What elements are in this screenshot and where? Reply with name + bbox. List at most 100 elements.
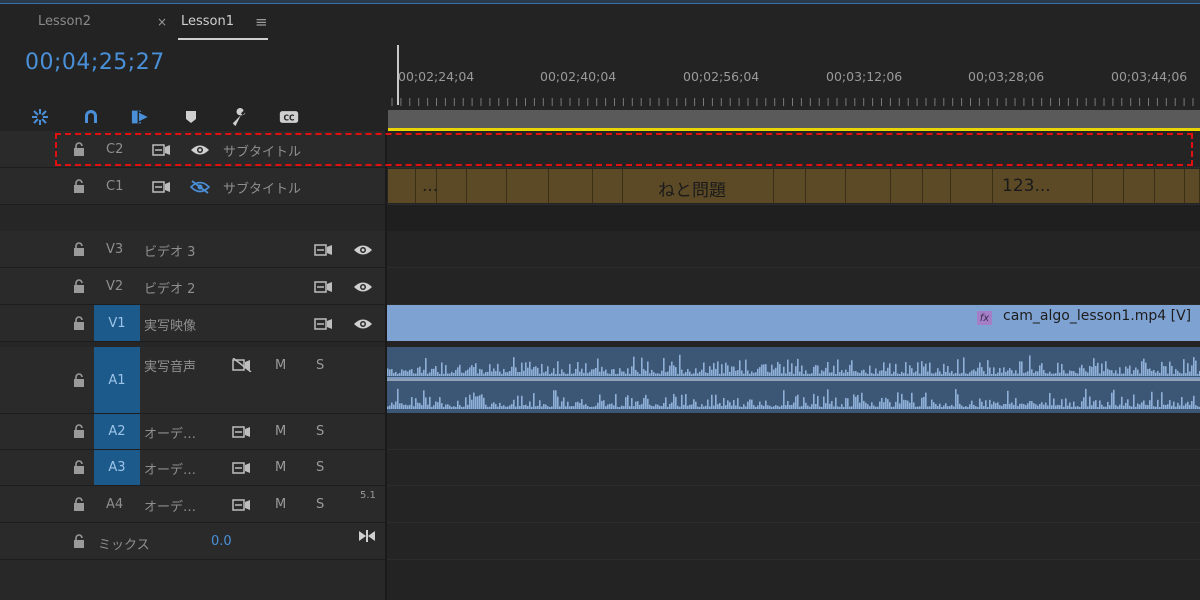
snap-icon[interactable]: [30, 107, 50, 127]
caption-clip[interactable]: [388, 169, 416, 203]
caption-clip[interactable]: [437, 169, 467, 203]
caption-clip[interactable]: [1093, 169, 1124, 203]
waveform-bar: [813, 366, 815, 376]
track-header-a4[interactable]: A4 オーデ… M S 5.1: [0, 486, 385, 523]
track-header-c1[interactable]: C1 サブタイトル: [0, 168, 385, 205]
eye-hidden-icon[interactable]: [190, 180, 210, 194]
caption-clip[interactable]: [951, 169, 993, 203]
wrench-icon[interactable]: [230, 107, 250, 127]
track-header-a2[interactable]: A2 オーデ… M S: [0, 414, 385, 450]
waveform-bar: [867, 373, 869, 376]
captions-icon[interactable]: CC: [279, 107, 299, 127]
mute-button[interactable]: M: [275, 424, 286, 439]
waveform-bar: [815, 404, 817, 409]
sync-lock-off-icon[interactable]: [232, 358, 252, 372]
caption-clip[interactable]: [1155, 169, 1185, 203]
waveform-bar: [549, 373, 551, 376]
sync-lock-icon[interactable]: [314, 317, 334, 331]
waveform-bar: [859, 402, 861, 409]
solo-button[interactable]: S: [316, 460, 324, 475]
waveform-bar: [1065, 373, 1067, 376]
lock-icon[interactable]: [72, 242, 86, 256]
eye-icon[interactable]: [353, 280, 373, 294]
audio-clip[interactable]: [387, 347, 1200, 413]
solo-button[interactable]: S: [316, 497, 324, 512]
lock-icon[interactable]: [72, 460, 86, 474]
waveform-bar: [743, 404, 745, 409]
track-header-v2[interactable]: V2 ビデオ 2: [0, 268, 385, 305]
linked-selection-icon[interactable]: [131, 107, 151, 127]
track-header-mix[interactable]: ミックス 0.0: [0, 523, 385, 560]
waveform-bar: [619, 368, 621, 376]
mute-button[interactable]: M: [275, 497, 286, 512]
track-lane-a2[interactable]: [387, 414, 1200, 450]
track-lane-a4[interactable]: [387, 486, 1200, 523]
svg-text:CC: CC: [283, 113, 295, 122]
panel-divider[interactable]: [385, 130, 387, 600]
waveform-bar: [1085, 388, 1087, 409]
sync-lock-icon[interactable]: [232, 425, 252, 439]
mute-button[interactable]: M: [275, 358, 286, 373]
waveform-bar: [827, 362, 829, 376]
track-lane-v2[interactable]: [387, 268, 1200, 305]
mix-volume-value[interactable]: 0.0: [211, 534, 232, 549]
waveform-bar: [705, 372, 707, 376]
fx-badge[interactable]: fx: [977, 311, 992, 325]
caption-clip[interactable]: [774, 169, 806, 203]
track-lane-a3[interactable]: [387, 450, 1200, 486]
marker-icon[interactable]: [181, 107, 201, 127]
caption-clip[interactable]: [806, 169, 846, 203]
track-header-a3[interactable]: A3 オーデ… M S: [0, 450, 385, 486]
sync-lock-icon[interactable]: [314, 243, 334, 257]
mute-button[interactable]: M: [275, 460, 286, 475]
time-ruler[interactable]: [388, 92, 1200, 106]
tab-lesson2[interactable]: Lesson2: [38, 14, 91, 29]
eye-icon[interactable]: [353, 243, 373, 257]
track-target-v1[interactable]: V1: [94, 305, 140, 341]
caption-clip[interactable]: [507, 169, 549, 203]
caption-clip[interactable]: [846, 169, 891, 203]
lock-icon[interactable]: [72, 279, 86, 293]
waveform-bar: [511, 366, 513, 376]
work-area-bar[interactable]: [388, 110, 1200, 128]
magnet-icon[interactable]: [81, 107, 101, 127]
waveform-bar: [683, 373, 685, 376]
lock-icon[interactable]: [72, 424, 86, 438]
track-header-a1[interactable]: A1 実写音声 M S: [0, 347, 385, 414]
caption-clip[interactable]: [593, 169, 623, 203]
solo-button[interactable]: S: [316, 424, 324, 439]
lock-icon[interactable]: [72, 316, 86, 330]
go-to-in-out-icon[interactable]: [357, 529, 377, 543]
tab-lesson1[interactable]: Lesson1: [181, 14, 234, 29]
tab-menu-icon[interactable]: ≡: [255, 13, 268, 31]
lock-icon[interactable]: [72, 373, 86, 387]
playhead-timecode[interactable]: 00;04;25;27: [25, 50, 165, 75]
track-lane-v3[interactable]: [387, 231, 1200, 268]
sync-lock-icon[interactable]: [232, 498, 252, 512]
caption-clip[interactable]: [549, 169, 593, 203]
waveform-bar: [1193, 395, 1195, 409]
track-target-a1[interactable]: A1: [94, 347, 140, 413]
track-target-a2[interactable]: A2: [94, 414, 140, 449]
tab-close-icon[interactable]: ×: [157, 15, 167, 29]
track-lane-mix[interactable]: [387, 523, 1200, 560]
waveform-bar: [873, 405, 875, 409]
lock-icon[interactable]: [72, 497, 86, 511]
caption-clip[interactable]: [923, 169, 951, 203]
caption-clip[interactable]: [891, 169, 923, 203]
caption-clip[interactable]: [1185, 169, 1200, 203]
sync-lock-icon[interactable]: [314, 280, 334, 294]
eye-icon[interactable]: [353, 317, 373, 331]
track-label: オーデ…: [144, 427, 197, 442]
waveform-bar: [793, 373, 795, 376]
caption-clip[interactable]: [1124, 169, 1155, 203]
lock-icon[interactable]: [72, 534, 86, 548]
solo-button[interactable]: S: [316, 358, 324, 373]
track-target-a3[interactable]: A3: [94, 450, 140, 485]
track-header-v3[interactable]: V3 ビデオ 3: [0, 231, 385, 268]
caption-clip[interactable]: [467, 169, 507, 203]
track-header-v1[interactable]: V1 実写映像: [0, 305, 385, 342]
sync-lock-icon[interactable]: [232, 461, 252, 475]
sync-lock-icon[interactable]: [152, 180, 172, 194]
lock-icon[interactable]: [72, 179, 86, 193]
